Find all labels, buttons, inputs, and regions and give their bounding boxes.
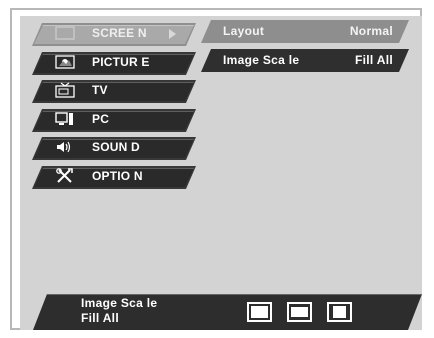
image-scale-label: Image Sca le	[223, 53, 300, 67]
menu-item-pc[interactable]: PC	[32, 109, 196, 132]
menu-item-option[interactable]: OPTIO N	[32, 166, 196, 189]
picture-icon	[55, 55, 75, 69]
tools-icon	[55, 168, 75, 183]
menu-label: PICTUR E	[92, 55, 150, 69]
status-title: Image Sca le	[81, 296, 158, 310]
layout-value: Normal	[349, 24, 393, 38]
fill-all-icon[interactable]	[247, 302, 272, 322]
sound-icon	[55, 140, 75, 154]
menu-item-tv[interactable]: TV	[32, 80, 196, 103]
menu-item-sound[interactable]: SOUN D	[32, 137, 196, 160]
menu-label: SCREE N	[92, 26, 147, 40]
normal-icon[interactable]	[287, 302, 312, 322]
menu-label: PC	[92, 112, 110, 126]
pc-icon	[55, 112, 75, 126]
menu-label: OPTIO N	[92, 169, 143, 183]
layout-label: Layout	[223, 24, 265, 38]
submenu-row-layout[interactable]: Layout Normal	[201, 20, 409, 43]
menu-label: TV	[92, 83, 108, 97]
menu-item-picture[interactable]: PICTUR E	[32, 52, 196, 75]
submenu-row-image-scale[interactable]: Image Sca le Fill All	[201, 49, 409, 72]
chevron-right-icon	[169, 29, 176, 39]
screen-icon	[55, 26, 75, 40]
status-bar: Image Sca le Fill All	[33, 294, 422, 330]
full-screen-icon[interactable]	[327, 302, 352, 322]
image-scale-value: Fill All	[355, 53, 393, 67]
status-value: Fill All	[81, 311, 119, 325]
menu-item-screen[interactable]: SCREE N	[32, 23, 196, 46]
tv-icon	[55, 82, 75, 98]
menu-label: SOUN D	[92, 140, 140, 154]
